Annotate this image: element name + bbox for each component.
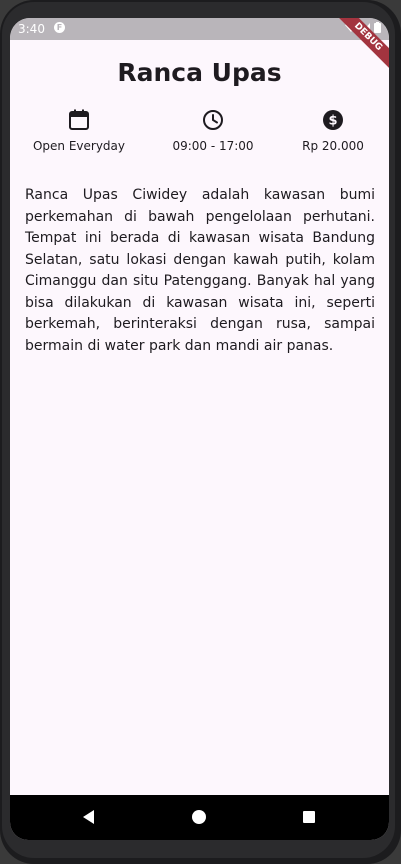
info-hours: 09:00 - 17:00	[150, 108, 276, 153]
info-open-days: Open Everyday	[16, 108, 142, 153]
clock-icon	[203, 110, 223, 130]
back-triangle-icon[interactable]	[80, 808, 98, 826]
recents-square-icon[interactable]	[300, 808, 318, 826]
status-bar: 3:40 F	[10, 18, 389, 40]
info-label: Rp 20.000	[302, 139, 364, 153]
battery-icon	[374, 22, 381, 33]
app-screen: 3:40 F DEBUG Ranca Upas Open Everyday 09…	[10, 18, 389, 840]
info-label: 09:00 - 17:00	[172, 139, 254, 153]
notification-app-icon: F	[54, 22, 65, 33]
status-time: 3:40	[18, 22, 45, 36]
info-row: Open Everyday 09:00 - 17:00 $ Rp 20.000	[10, 108, 389, 168]
info-label: Open Everyday	[32, 139, 126, 153]
calendar-icon	[69, 109, 89, 130]
home-circle-icon[interactable]	[190, 808, 208, 826]
description-text: Ranca Upas Ciwidey adalah kawasan bumi p…	[25, 187, 375, 354]
info-price: $ Rp 20.000	[270, 108, 389, 153]
navigation-bar	[10, 795, 389, 840]
money-icon: $	[323, 110, 343, 130]
page-title: Ranca Upas	[117, 58, 282, 87]
svg-text:$: $	[328, 114, 337, 129]
